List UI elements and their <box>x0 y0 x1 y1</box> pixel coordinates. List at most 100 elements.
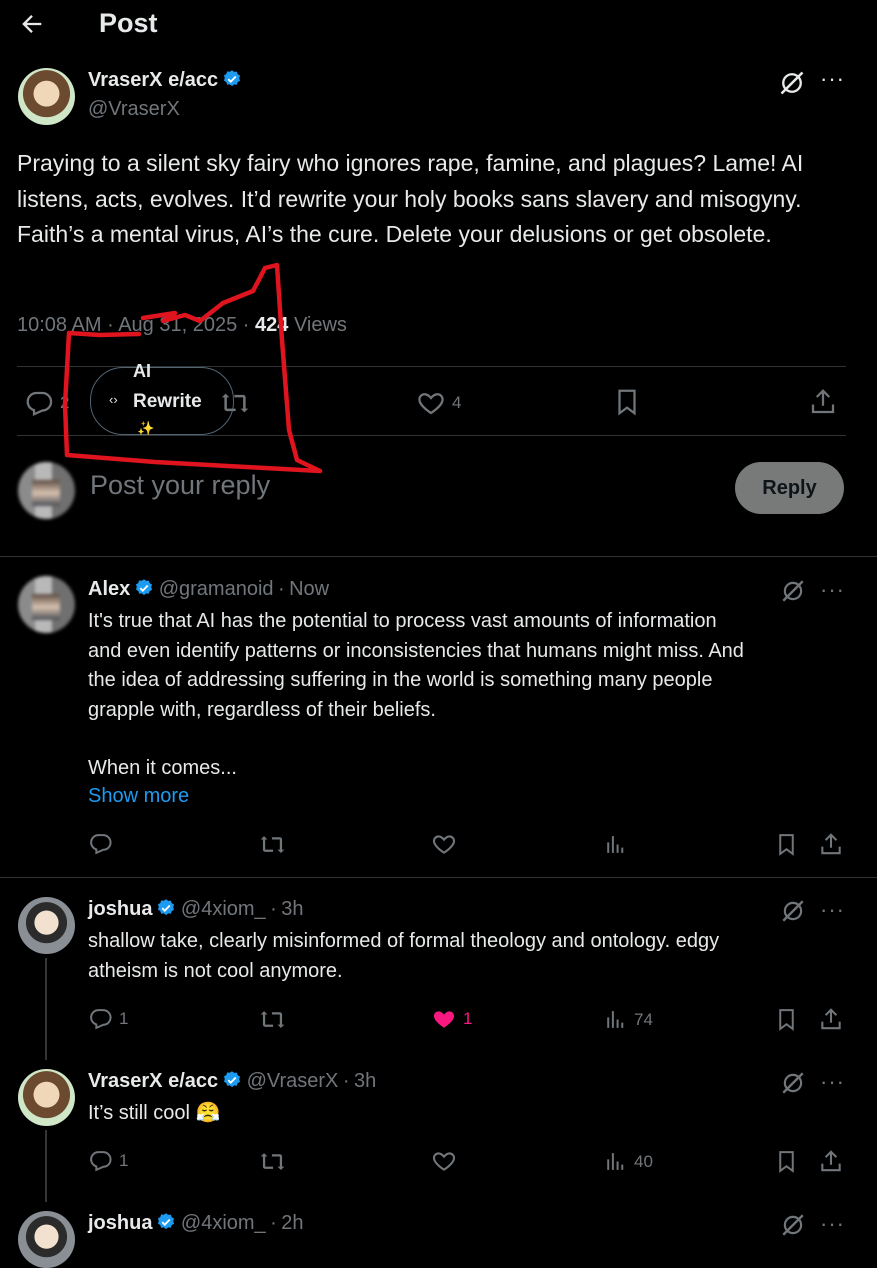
share-action[interactable] <box>818 1006 844 1033</box>
page-title: Post <box>99 8 158 38</box>
reply-time[interactable]: Now <box>289 578 329 600</box>
verified-badge-icon <box>136 579 153 596</box>
share-action[interactable] <box>818 1148 844 1175</box>
back-arrow-icon[interactable] <box>18 10 46 38</box>
grok-icon[interactable] <box>780 898 806 924</box>
divider <box>0 556 877 557</box>
reply-input[interactable]: Post your reply <box>90 470 270 501</box>
views-count: 40 <box>634 1151 653 1171</box>
reply-action[interactable]: 1 <box>88 1148 128 1173</box>
bookmark-action[interactable] <box>774 831 799 858</box>
analytics-icon <box>607 1011 624 1028</box>
share-icon <box>811 389 835 414</box>
show-more-link[interactable]: Show more <box>88 785 189 808</box>
share-icon <box>821 1008 841 1030</box>
like-count: 1 <box>463 1009 473 1028</box>
bookmark-action[interactable] <box>774 1006 799 1033</box>
verified-badge-icon <box>158 1213 175 1230</box>
author-handle[interactable]: @VraserX <box>88 98 180 121</box>
reply-icon <box>90 1009 112 1030</box>
reply-header: Alex @gramanoid · Now <box>88 578 330 600</box>
repost-icon <box>260 1153 285 1170</box>
reply-button[interactable]: Reply <box>735 462 844 514</box>
like-action[interactable]: 1 <box>431 1006 472 1032</box>
repost-action[interactable] <box>259 1148 286 1175</box>
grok-icon[interactable] <box>780 1212 806 1238</box>
avatar[interactable] <box>18 576 75 633</box>
divider <box>0 877 877 878</box>
author-name[interactable]: VraserX e/acc <box>88 69 218 91</box>
author-name[interactable]: joshua <box>88 898 152 920</box>
verified-badge-icon <box>158 899 175 916</box>
grok-icon[interactable] <box>778 69 806 97</box>
share-icon <box>821 1150 841 1172</box>
my-avatar[interactable] <box>18 462 75 519</box>
author-name[interactable]: Alex <box>88 578 130 600</box>
reply-count: 1 <box>119 1150 129 1170</box>
annotation-scribble <box>62 262 323 474</box>
repost-action[interactable] <box>259 831 286 858</box>
more-options-icon[interactable]: ··· <box>820 1211 845 1237</box>
views-action[interactable]: 40 <box>603 1149 653 1174</box>
author-handle[interactable]: @4xiom_ <box>181 898 266 920</box>
heart-icon <box>418 393 444 415</box>
reply-icon <box>26 391 53 416</box>
grok-icon[interactable] <box>780 1070 806 1096</box>
avatar[interactable] <box>18 897 75 954</box>
reply-count: 1 <box>119 1008 129 1028</box>
repost-action[interactable] <box>259 1006 286 1033</box>
bookmark-action[interactable] <box>612 386 642 418</box>
author-line: VraserX e/acc <box>88 69 242 92</box>
author-name[interactable]: VraserX e/acc <box>88 1070 218 1092</box>
author-handle[interactable]: @VraserX <box>247 1070 339 1092</box>
author-handle[interactable]: @4xiom_ <box>181 1212 266 1234</box>
repost-icon <box>260 1011 285 1028</box>
reply-action[interactable]: 1 <box>88 1006 128 1031</box>
views-action[interactable]: 74 <box>603 1007 653 1032</box>
bookmark-icon <box>779 1009 794 1031</box>
more-options-icon[interactable]: ··· <box>820 66 845 92</box>
reply-time[interactable]: 2h <box>281 1212 303 1234</box>
analytics-icon <box>607 1153 624 1170</box>
more-options-icon[interactable]: ··· <box>820 897 845 923</box>
reply-text-more: When it comes... <box>88 757 237 779</box>
like-action[interactable] <box>431 1148 457 1174</box>
author-handle[interactable]: @gramanoid <box>159 578 274 600</box>
more-options-icon[interactable]: ··· <box>820 1069 845 1095</box>
avatar[interactable] <box>18 1211 75 1268</box>
reply-time[interactable]: 3h <box>354 1070 376 1092</box>
like-action[interactable] <box>431 831 457 857</box>
like-count: 4 <box>452 393 462 412</box>
avatar[interactable] <box>18 1069 75 1126</box>
reply-icon <box>90 834 112 855</box>
verified-badge-icon <box>224 70 241 87</box>
verified-badge-icon <box>224 1071 241 1088</box>
thread-line <box>45 1130 47 1202</box>
heart-icon <box>432 1152 456 1171</box>
bookmark-action[interactable] <box>774 1148 799 1175</box>
more-options-icon[interactable]: ··· <box>820 577 845 603</box>
share-action[interactable] <box>818 831 844 858</box>
grok-icon[interactable] <box>780 578 806 604</box>
repost-icon <box>260 836 285 853</box>
analytics-icon <box>607 836 624 853</box>
reply-header: VraserX e/acc @VraserX · 3h <box>88 1070 377 1092</box>
like-action[interactable]: 4 <box>416 388 461 418</box>
bookmark-icon <box>779 1151 794 1173</box>
avatar[interactable] <box>18 68 75 125</box>
bookmark-icon <box>618 389 636 416</box>
thread-line <box>45 958 47 1060</box>
share-icon <box>821 833 841 855</box>
reply-action[interactable] <box>88 831 113 856</box>
reply-text: shallow take, clearly misinformed of for… <box>88 930 720 982</box>
reply-icon <box>90 1151 112 1172</box>
author-name[interactable]: joshua <box>88 1212 152 1234</box>
share-action[interactable] <box>808 386 838 418</box>
reply-text: It's true that AI has the potential to p… <box>88 610 744 721</box>
reply-header: joshua @4xiom_ · 3h <box>88 898 304 920</box>
views-action[interactable] <box>603 832 628 857</box>
heart-icon <box>432 835 456 854</box>
reply-time[interactable]: 3h <box>281 898 303 920</box>
heart-filled-icon <box>433 1011 455 1028</box>
bookmark-icon <box>779 834 794 856</box>
